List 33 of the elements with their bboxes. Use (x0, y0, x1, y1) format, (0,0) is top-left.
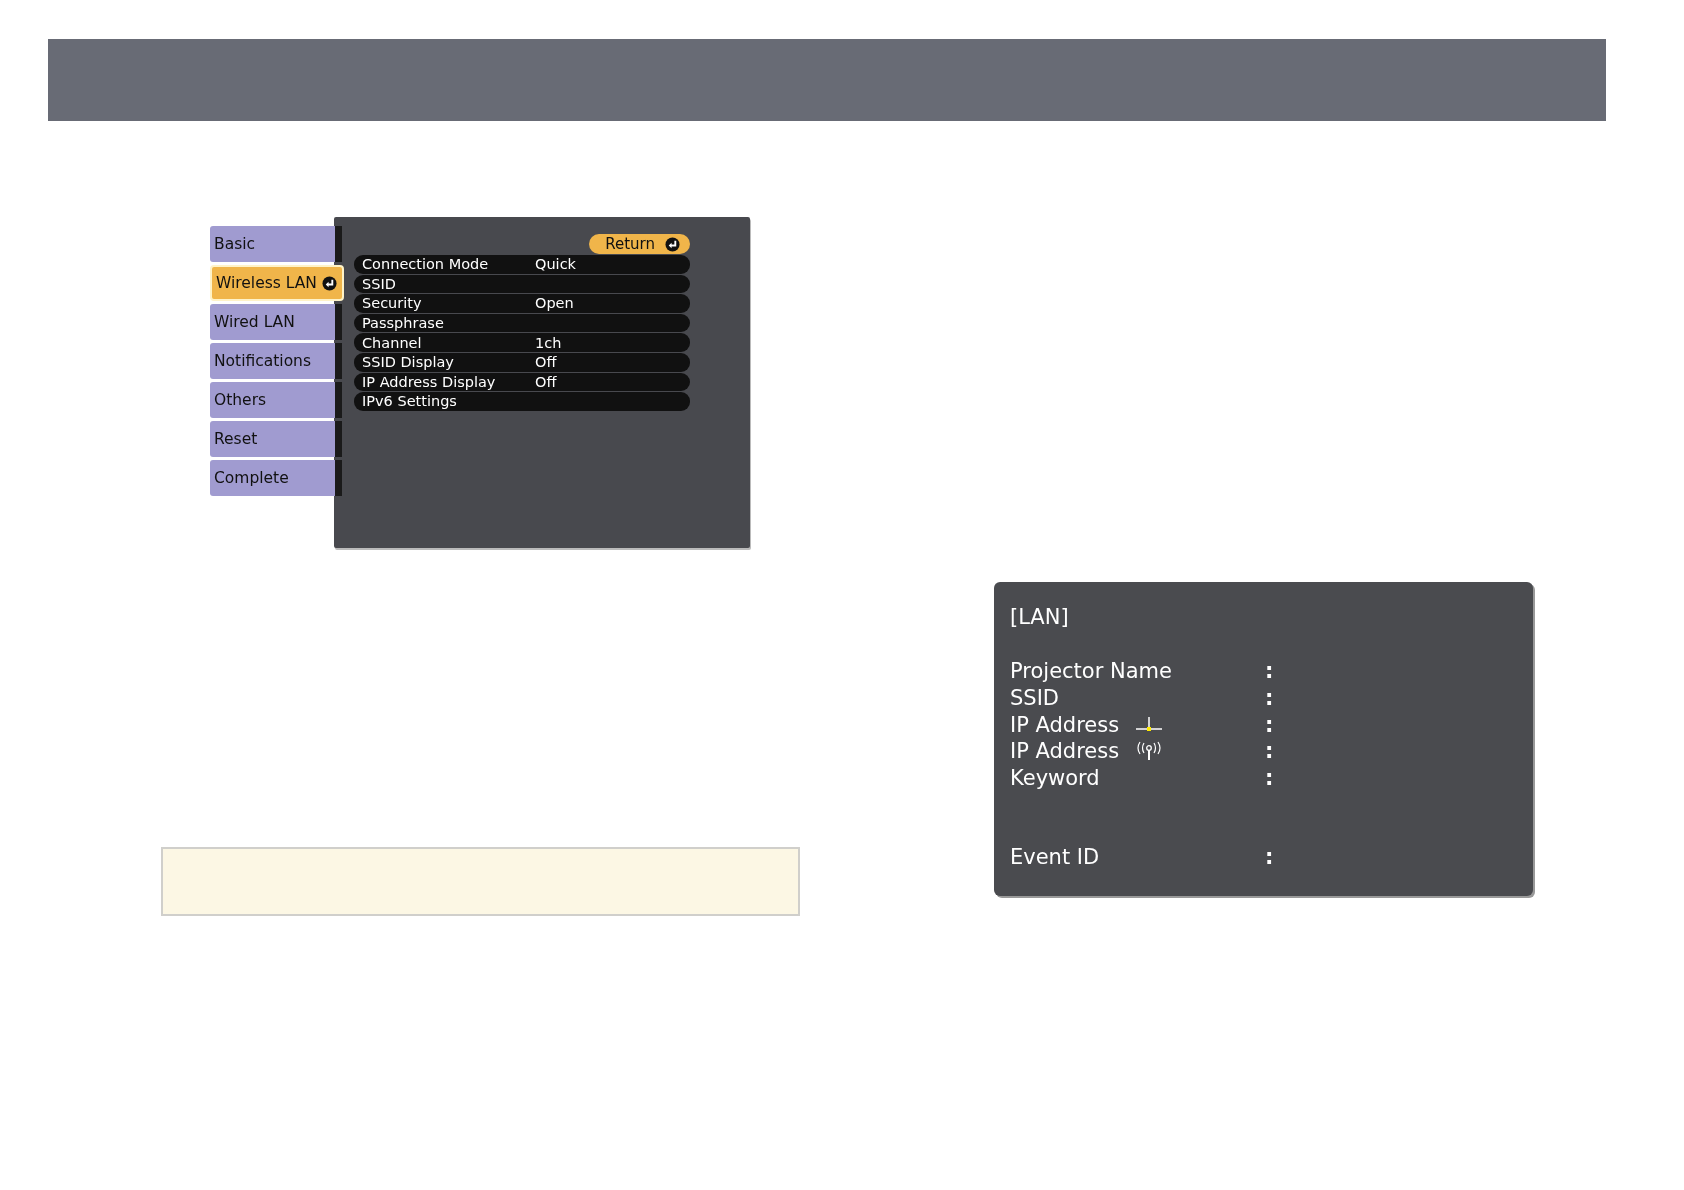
colon-separator: : (1265, 659, 1274, 684)
enter-icon (322, 275, 337, 291)
menu-row[interactable]: Connection Mode Quick (354, 255, 690, 274)
return-button[interactable]: Return (589, 234, 690, 254)
menu-tab[interactable]: Wired LAN (210, 304, 342, 340)
info-label: SSID (1010, 686, 1060, 711)
menu-tab[interactable]: Notifications (210, 343, 342, 379)
enter-icon (665, 236, 680, 252)
colon-separator: : (1265, 686, 1274, 711)
menu-tab[interactable]: Reset (210, 421, 342, 457)
menu-tab[interactable]: Others (210, 382, 342, 418)
menu-tab[interactable]: Complete (210, 460, 342, 496)
menu-row[interactable]: SSID (354, 274, 690, 294)
colon-separator: : (1265, 739, 1274, 764)
menu-row[interactable]: SSID Display Off (354, 352, 690, 372)
info-label: IP Address (1010, 712, 1120, 737)
menu-row[interactable]: IPv6 Settings (354, 392, 690, 411)
menu-tab[interactable]: Basic (210, 226, 342, 262)
menu-row[interactable]: Security Open (354, 294, 690, 313)
info-label: Projector Name (1010, 659, 1172, 684)
menu-tab[interactable]: Wireless LAN (210, 265, 344, 301)
wireless-antenna-icon (1135, 741, 1164, 762)
menu-row[interactable]: IP Address Display Off (354, 372, 690, 392)
info-label: Event ID (1010, 844, 1100, 869)
info-label: IP Address (1010, 739, 1120, 764)
info-label: Keyword (1010, 766, 1100, 791)
wired-network-icon (1135, 715, 1164, 734)
menu-row[interactable]: Channel 1ch (354, 333, 690, 352)
colon-separator: : (1265, 712, 1274, 737)
menu-row[interactable]: Passphrase (354, 313, 690, 333)
lan-title: [LAN] (1010, 605, 1070, 631)
colon-separator: : (1265, 766, 1274, 791)
colon-separator: : (1265, 844, 1274, 869)
